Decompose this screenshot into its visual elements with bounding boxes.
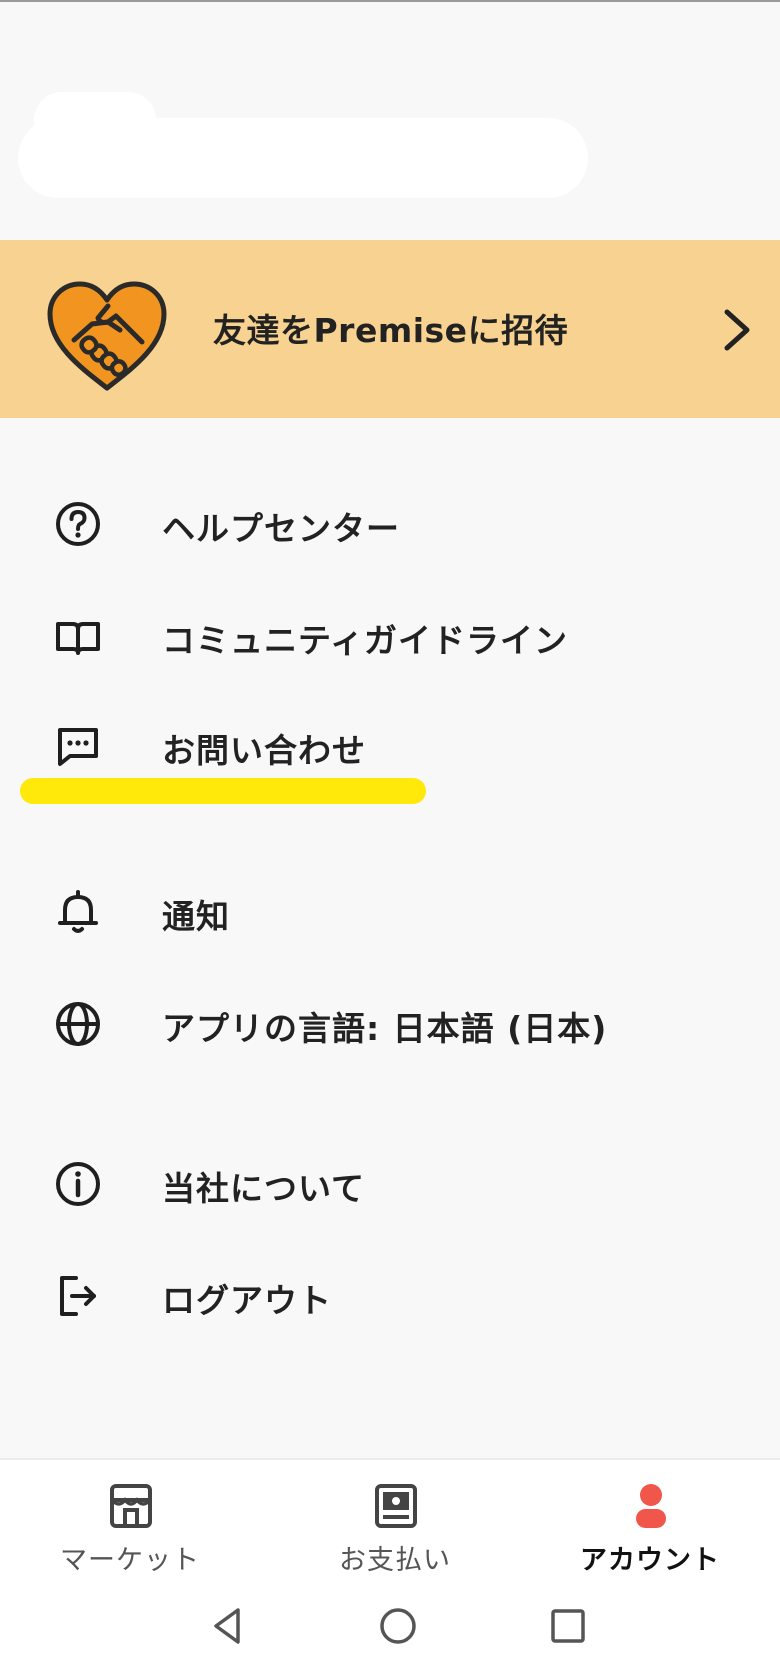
tab-label: マーケット: [60, 1545, 200, 1576]
bottom-navigation: マーケット お支払い アカウント: [0, 1458, 780, 1588]
menu-item-logout[interactable]: ログアウト: [0, 1250, 780, 1340]
wallet-icon: [375, 1484, 417, 1528]
info-circle-icon: [56, 1162, 100, 1206]
back-icon[interactable]: [204, 1602, 252, 1650]
tab-label: お支払い: [339, 1545, 451, 1576]
yellow-highlight-mark: [20, 778, 426, 804]
heart-handshake-icon: [47, 281, 167, 391]
person-icon: [636, 1484, 666, 1528]
globe-icon: [56, 1002, 100, 1046]
invite-friends-banner[interactable]: 友達をPremiseに招待: [0, 240, 780, 418]
tab-market[interactable]: マーケット: [0, 1460, 260, 1590]
redacted-profile-name: [18, 118, 588, 198]
menu-item-label: コミュニティガイドライン: [162, 621, 569, 660]
menu-item-label: 通知: [162, 897, 230, 936]
menu-item-help-center[interactable]: ヘルプセンター: [0, 478, 780, 568]
invite-friends-label: 友達をPremiseに招待: [213, 311, 569, 350]
menu-item-contact-us[interactable]: お問い合わせ: [0, 700, 780, 790]
system-navigation-bar: [0, 1588, 780, 1673]
menu-item-label: アプリの言語: 日本語 (日本): [162, 1009, 608, 1048]
menu-item-app-language[interactable]: アプリの言語: 日本語 (日本): [0, 978, 780, 1068]
status-divider: [0, 0, 780, 2]
home-icon[interactable]: [374, 1602, 422, 1650]
recents-icon[interactable]: [544, 1602, 592, 1650]
tab-label: アカウント: [580, 1545, 720, 1576]
tab-account[interactable]: アカウント: [520, 1460, 780, 1590]
store-icon: [110, 1484, 152, 1528]
menu-item-label: お問い合わせ: [162, 731, 366, 770]
tab-payments[interactable]: お支払い: [265, 1460, 525, 1590]
bell-icon: [58, 890, 98, 933]
logout-icon: [60, 1276, 96, 1316]
menu-item-community-guidelines[interactable]: コミュニティガイドライン: [0, 590, 780, 680]
menu-item-label: ヘルプセンター: [162, 509, 400, 548]
chevron-right-icon: [724, 309, 750, 351]
menu-item-label: ログアウト: [162, 1281, 332, 1320]
menu-item-notifications[interactable]: 通知: [0, 866, 780, 956]
chat-bubble-icon: [58, 728, 98, 766]
book-icon: [56, 622, 100, 655]
menu-item-about-us[interactable]: 当社について: [0, 1138, 780, 1228]
menu-item-label: 当社について: [162, 1169, 366, 1208]
question-circle-icon: [56, 502, 100, 546]
